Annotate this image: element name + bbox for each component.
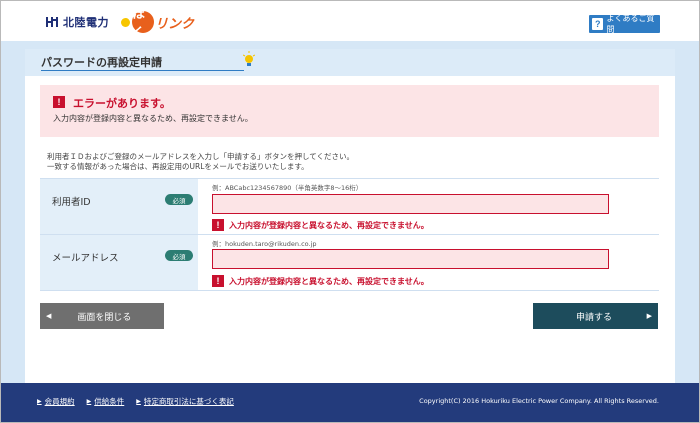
user-id-error: 入力内容が登録内容と異なるため、再設定できません。 bbox=[229, 221, 429, 230]
header: 北陸電力 ほく リンク ? よくあるご質問 bbox=[1, 1, 699, 41]
question-icon: ? bbox=[592, 18, 604, 30]
hokulink-logo: ほく リンク bbox=[121, 6, 195, 40]
row-divider bbox=[40, 290, 659, 291]
close-screen-label: 画面を閉じる bbox=[77, 312, 132, 323]
triangle-right-icon: ▶ bbox=[37, 398, 42, 405]
triangle-right-icon: ▶ bbox=[136, 398, 141, 405]
instructions-line1: 利用者ＩＤおよびご登録のメールアドレスを入力し「申請する」ボタンを押してください… bbox=[47, 152, 355, 161]
footer-links: ▶ 会員規約 ▶ 供給条件 ▶ 特定商取引法に基づく表記 bbox=[37, 396, 246, 407]
error-title: エラーがあります。 bbox=[73, 98, 171, 110]
error-icon: ! bbox=[53, 96, 65, 108]
user-id-example: 例：ABCabc1234567890（半角英数字8～16桁） bbox=[212, 184, 363, 192]
form-row-email: メールアドレス 必須 例：hokuden.taro@rikuden.co.jp … bbox=[40, 235, 659, 291]
logo-dot-icon bbox=[121, 17, 130, 27]
copyright: Copyright(C) 2016 Hokuriku Electric Powe… bbox=[419, 397, 659, 405]
faq-button[interactable]: ? よくあるご質問 bbox=[589, 14, 660, 34]
email-input[interactable] bbox=[212, 249, 609, 269]
user-id-input[interactable] bbox=[212, 194, 609, 214]
page-title: パスワードの再設定申請 bbox=[41, 57, 162, 69]
form-table: 利用者ID 必須 例：ABCabc1234567890（半角英数字8～16桁） … bbox=[40, 178, 659, 291]
footer-link-supply[interactable]: ▶ 供給条件 bbox=[87, 396, 125, 407]
user-id-label: 利用者ID bbox=[52, 197, 91, 208]
footer-link-terms[interactable]: ▶ 会員規約 bbox=[37, 396, 75, 407]
lightbulb-icon bbox=[243, 51, 255, 66]
close-screen-button[interactable]: ◀ 画面を閉じる bbox=[40, 303, 164, 329]
email-example: 例：hokuden.taro@rikuden.co.jp bbox=[212, 240, 317, 248]
user-id-label-cell: 利用者ID 必須 bbox=[40, 179, 198, 234]
form-row-user-id: 利用者ID 必須 例：ABCabc1234567890（半角英数字8～16桁） … bbox=[40, 179, 659, 234]
email-error: 入力内容が登録内容と異なるため、再設定できません。 bbox=[229, 277, 429, 286]
footer-link-label: 特定商取引法に基づく表記 bbox=[143, 397, 234, 406]
footer: ▶ 会員規約 ▶ 供給条件 ▶ 特定商取引法に基づく表記 Copyright(C) 2… bbox=[1, 383, 699, 422]
instructions: 利用者ＩＤおよびご登録のメールアドレスを入力し「申請する」ボタンを押してください… bbox=[47, 152, 354, 172]
error-message: 入力内容が登録内容と異なるため、再設定できません。 bbox=[53, 114, 253, 123]
chevron-left-icon: ◀ bbox=[46, 312, 52, 320]
footer-link-commerce-law[interactable]: ▶ 特定商取引法に基づく表記 bbox=[136, 396, 234, 407]
required-badge: 必須 bbox=[165, 194, 193, 205]
brand-name: 北陸電力 bbox=[63, 17, 109, 29]
footer-link-label: 会員規約 bbox=[44, 397, 75, 406]
error-summary bbox=[40, 85, 659, 137]
email-label-cell: メールアドレス 必須 bbox=[40, 235, 198, 291]
required-badge: 必須 bbox=[165, 250, 193, 261]
footer-link-label: 供給条件 bbox=[94, 397, 125, 406]
logo-main-text: ほく bbox=[132, 6, 154, 40]
instructions-line2: 一致する情報があった場合は、再設定用のURLをメールでお送りいたします。 bbox=[47, 162, 309, 171]
email-error-icon: ! bbox=[212, 275, 224, 287]
triangle-right-icon: ▶ bbox=[86, 398, 92, 405]
submit-button[interactable]: 申請する ▶ bbox=[533, 303, 658, 329]
email-label: メールアドレス bbox=[52, 253, 119, 264]
title-underline bbox=[41, 70, 244, 71]
submit-label: 申請する bbox=[576, 312, 613, 323]
hokuriku-logo-icon bbox=[45, 15, 59, 29]
logo-sub-text: リンク bbox=[155, 15, 195, 31]
faq-label: よくあるご質問 bbox=[606, 14, 655, 34]
brand: 北陸電力 ほく リンク bbox=[45, 6, 195, 40]
user-id-error-icon: ! bbox=[212, 219, 224, 231]
chevron-right-icon: ▶ bbox=[646, 312, 652, 320]
